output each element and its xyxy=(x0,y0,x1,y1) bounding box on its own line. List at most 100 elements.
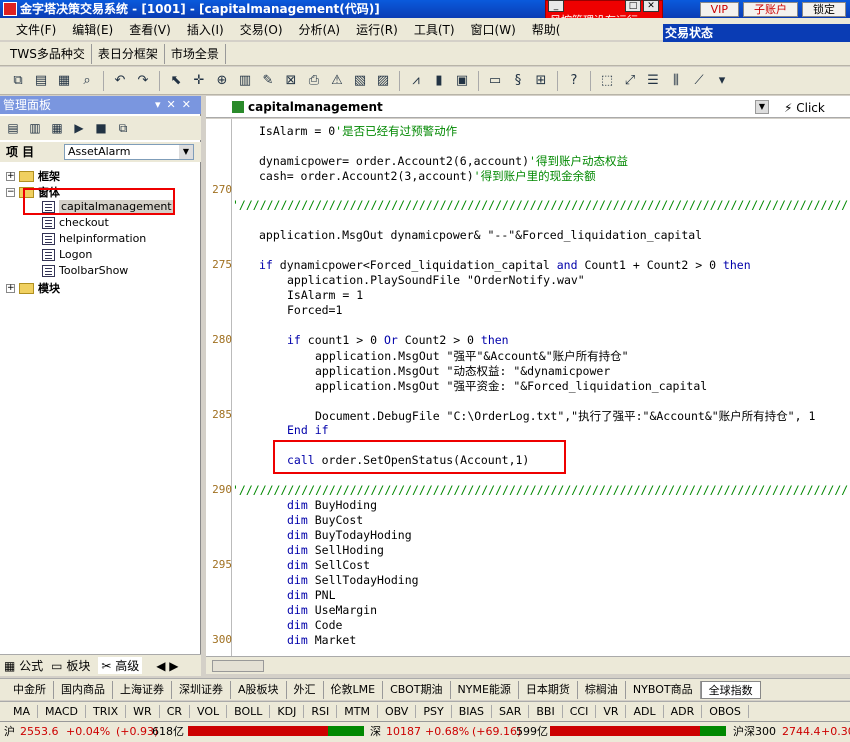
help-icon[interactable]: ? xyxy=(564,71,584,91)
market-tab-active[interactable]: 全球指数 xyxy=(700,680,761,699)
indicator-button[interactable]: BBI xyxy=(529,705,563,718)
scrollbar-thumb[interactable] xyxy=(212,660,264,672)
market-tab[interactable]: 上海证券 xyxy=(113,680,172,699)
menu-tools[interactable]: 工具(T) xyxy=(414,21,455,38)
panel-icon[interactable]: ▤ xyxy=(31,71,51,91)
menu-file[interactable]: 文件(F) xyxy=(16,21,56,38)
tree-node-frame[interactable]: + 框架 xyxy=(6,168,60,184)
horizontal-scrollbar[interactable] xyxy=(206,656,850,674)
diagonal-icon[interactable]: ⟋ xyxy=(689,71,709,91)
script-icon[interactable]: § xyxy=(508,71,528,91)
indicator-button[interactable]: VOL xyxy=(190,705,228,718)
more-icon[interactable]: ▾ xyxy=(712,71,732,91)
menu-edit[interactable]: 编辑(E) xyxy=(72,21,113,38)
chevron-down-icon[interactable]: ▼ xyxy=(179,145,193,159)
indicator-button[interactable]: VR xyxy=(596,705,627,718)
menu-analysis[interactable]: 分析(A) xyxy=(299,21,341,38)
monitor-icon[interactable]: ▭ xyxy=(485,71,505,91)
indicator-button[interactable]: PSY xyxy=(416,705,452,718)
menu-window[interactable]: 窗口(W) xyxy=(471,21,516,38)
market-tab[interactable]: A股板块 xyxy=(231,680,287,699)
menu-run[interactable]: 运行(R) xyxy=(356,21,398,38)
chart-icon[interactable]: ▧ xyxy=(350,71,370,91)
panel-save-icon[interactable]: ▦ xyxy=(48,120,66,136)
tab-formula[interactable]: ▦ 公式 xyxy=(4,657,43,674)
indicator-button[interactable]: OBOS xyxy=(702,705,749,718)
redo-icon[interactable]: ↷ xyxy=(133,71,153,91)
book-icon[interactable]: ⊞ xyxy=(531,71,551,91)
indicator-button[interactable]: OBV xyxy=(378,705,417,718)
indicator-button[interactable]: MTM xyxy=(337,705,378,718)
image-icon[interactable]: ▨ xyxy=(373,71,393,91)
tab-advanced[interactable]: ✂ 高级 xyxy=(98,657,143,674)
grid-icon[interactable]: ▥ xyxy=(235,71,255,91)
market-tab[interactable]: 棕榈油 xyxy=(578,680,626,699)
indicator-button[interactable]: MACD xyxy=(38,705,86,718)
market-tab[interactable]: 伦敦LME xyxy=(324,680,384,699)
edit-icon[interactable]: ✎ xyxy=(258,71,278,91)
menu-help[interactable]: 帮助( xyxy=(532,21,561,38)
sub-account-button[interactable]: 子账户 xyxy=(743,1,798,17)
zoom-icon[interactable]: ⊕ xyxy=(212,71,232,91)
panel-view-icon[interactable]: ▤ xyxy=(4,120,22,136)
menu-trade[interactable]: 交易(O) xyxy=(240,21,283,38)
editor-tab[interactable]: capitalmanagement xyxy=(206,96,850,118)
expand-icon[interactable]: + xyxy=(6,283,15,293)
indicator-button[interactable]: ADR xyxy=(664,705,703,718)
market-tab[interactable]: 中金所 xyxy=(6,680,54,699)
layout-icon[interactable]: ▣ xyxy=(452,71,472,91)
project-combo[interactable]: AssetAlarm ▼ xyxy=(64,144,194,160)
search-doc-icon[interactable]: ⌕ xyxy=(77,71,97,91)
tree-item-checkout[interactable]: checkout xyxy=(42,216,109,229)
warning-icon[interactable]: ⚠ xyxy=(327,71,347,91)
tree-node-module[interactable]: + 模块 xyxy=(6,280,60,296)
indicator-button[interactable]: MA xyxy=(6,705,39,718)
trend-icon[interactable]: ⤢ xyxy=(620,71,640,91)
expand-icon[interactable]: + xyxy=(6,171,15,181)
event-click-label[interactable]: ⚡ Click xyxy=(784,101,825,115)
indicator-button[interactable]: WR xyxy=(126,705,160,718)
market-tab[interactable]: 日本期货 xyxy=(519,680,578,699)
stop-icon[interactable]: ■ xyxy=(92,120,110,136)
vip-button[interactable]: VIP xyxy=(699,1,739,17)
list-icon[interactable]: ☰ xyxy=(643,71,663,91)
crosshair-icon[interactable]: ✛ xyxy=(189,71,209,91)
chevron-down-icon[interactable]: ▼ xyxy=(755,100,769,114)
tree-item-toolbarshow[interactable]: ToolbarShow xyxy=(42,264,128,277)
tab-scroll-arrows-icon[interactable]: ◀ ▶ xyxy=(156,659,178,673)
copy-icon[interactable]: ⧉ xyxy=(8,71,28,91)
indicator-button[interactable]: KDJ xyxy=(270,705,305,718)
draw-icon[interactable]: ⬚ xyxy=(597,71,617,91)
tab-sector[interactable]: ▭ 板块 xyxy=(51,657,90,674)
market-tab[interactable]: NYME能源 xyxy=(451,680,519,699)
bar-chart-icon[interactable]: ▮ xyxy=(429,71,449,91)
minimize-button[interactable]: _ xyxy=(548,0,564,12)
market-tab[interactable]: CBOT期油 xyxy=(383,680,451,699)
tree-icon[interactable]: ▦ xyxy=(54,71,74,91)
run-icon[interactable]: ▶ xyxy=(70,120,88,136)
print-icon[interactable]: ⎙ xyxy=(304,71,324,91)
market-tab[interactable]: 外汇 xyxy=(287,680,324,699)
layout-daily[interactable]: 表日分框架 xyxy=(92,43,165,64)
indicator-button[interactable]: CCI xyxy=(563,705,597,718)
code-editor[interactable]: IsAlarm = 0'是否已经有过预警动作 dynamicpower= ord… xyxy=(232,119,850,656)
collapse-icon[interactable]: − xyxy=(6,187,15,197)
market-tab[interactable]: 深圳证券 xyxy=(172,680,231,699)
stop-icon[interactable]: ⊠ xyxy=(281,71,301,91)
line-chart-icon[interactable]: ⩘ xyxy=(406,71,426,91)
indicator-button[interactable]: ADL xyxy=(626,705,664,718)
cursor-icon[interactable]: ⬉ xyxy=(166,71,186,91)
indicator-button[interactable]: SAR xyxy=(492,705,530,718)
indicator-button[interactable]: TRIX xyxy=(86,705,127,718)
market-tab[interactable]: 国内商品 xyxy=(54,680,113,699)
properties-icon[interactable]: ⧉ xyxy=(114,120,132,136)
indicator-button[interactable]: CR xyxy=(160,705,191,718)
columns-icon[interactable]: ⫼ xyxy=(666,71,686,91)
maximize-button[interactable]: □ xyxy=(625,0,641,12)
market-tab[interactable]: NYBOT商品 xyxy=(626,680,701,699)
tree-item-helpinformation[interactable]: helpinformation xyxy=(42,232,146,245)
layout-market[interactable]: 市场全景 xyxy=(165,43,226,64)
menu-insert[interactable]: 插入(I) xyxy=(187,21,224,38)
lock-button[interactable]: 锁定 xyxy=(802,1,846,17)
indicator-button[interactable]: RSI xyxy=(304,705,338,718)
